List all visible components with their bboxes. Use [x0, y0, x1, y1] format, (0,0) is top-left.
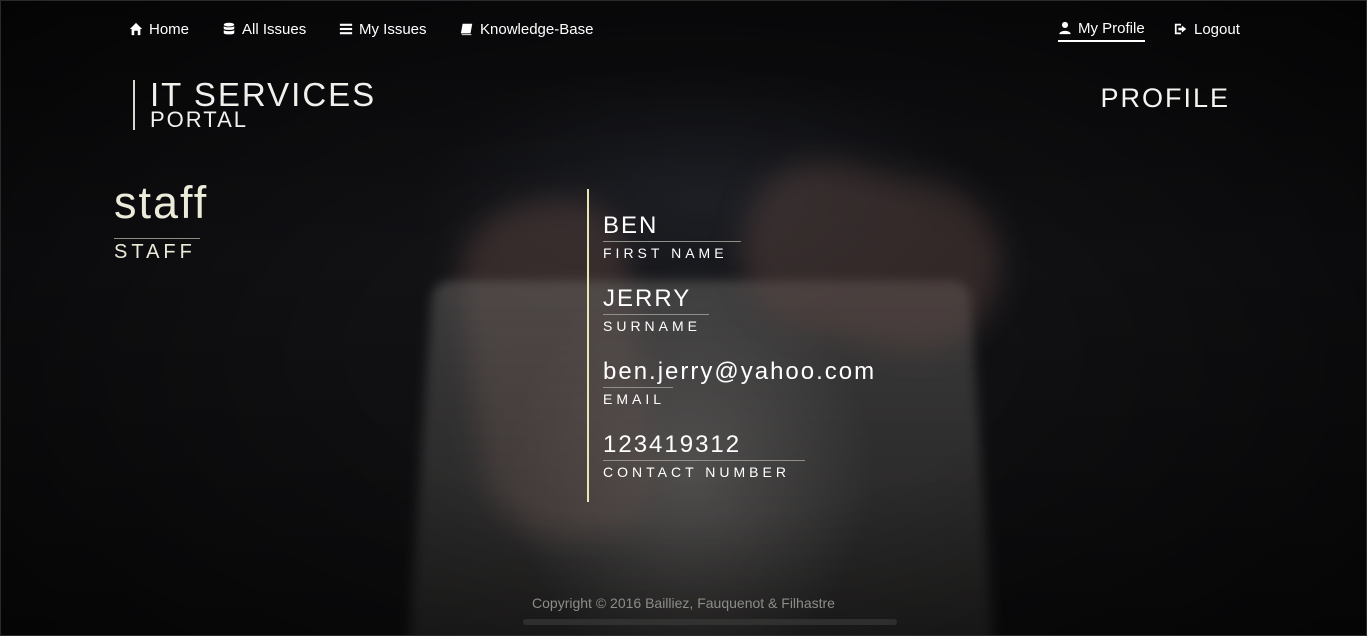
- first-name-value: BEN: [603, 212, 659, 239]
- user-icon: [1059, 21, 1071, 35]
- field-rule: [603, 314, 709, 315]
- profile-username: staff: [114, 177, 209, 228]
- home-icon: [129, 22, 143, 36]
- nav-all-issues-label: All Issues: [242, 20, 307, 38]
- nav-my-profile-link[interactable]: My Profile: [1058, 18, 1145, 42]
- vertical-divider: [587, 189, 589, 502]
- surname-value: JERRY: [603, 285, 692, 312]
- nav-logout-label: Logout: [1194, 20, 1240, 38]
- nav-all-issues-link[interactable]: All Issues: [222, 18, 306, 40]
- email-label: EMAIL: [603, 391, 666, 407]
- contact-number-field: 123419312 CONTACT NUMBER: [603, 432, 805, 481]
- contact-number-label: CONTACT NUMBER: [603, 464, 790, 480]
- profile-role: STAFF: [114, 241, 196, 263]
- top-nav: Home All Issues My Issues Knowledge-Base…: [1, 1, 1366, 53]
- footer-copyright: Copyright © 2016 Bailliez, Fauquenot & F…: [532, 595, 835, 611]
- surname-label: SURNAME: [603, 318, 702, 334]
- logout-icon: [1174, 23, 1187, 35]
- first-name-field: BEN FIRST NAME: [603, 213, 741, 262]
- contact-number-value: 123419312: [603, 431, 742, 458]
- page-title: PROFILE: [1100, 83, 1230, 113]
- page: Home All Issues My Issues Knowledge-Base…: [0, 0, 1367, 636]
- nav-home-label: Home: [149, 20, 190, 38]
- nav-knowledge-base-link[interactable]: Knowledge-Base: [460, 18, 593, 40]
- book-icon: [460, 23, 473, 36]
- surname-field: JERRY SURNAME: [603, 286, 709, 335]
- nav-logout-link[interactable]: Logout: [1174, 18, 1240, 40]
- email-field: ben.jerry@yahoo.com EMAIL: [603, 359, 878, 408]
- first-name-label: FIRST NAME: [603, 245, 728, 261]
- list-icon: [339, 23, 353, 35]
- brand-subtitle: PORTAL: [150, 107, 248, 132]
- nav-my-profile-label: My Profile: [1078, 19, 1145, 37]
- role-divider: [114, 238, 200, 239]
- email-value: ben.jerry@yahoo.com: [603, 358, 877, 385]
- nav-my-issues-label: My Issues: [359, 20, 427, 38]
- field-rule: [603, 241, 741, 242]
- horizontal-scrollbar[interactable]: [523, 619, 897, 625]
- nav-home-link[interactable]: Home: [129, 18, 189, 40]
- field-rule: [603, 387, 673, 388]
- database-icon: [223, 22, 235, 35]
- brand-logo[interactable]: IT SERVICES PORTAL: [133, 76, 377, 132]
- brand-title: IT SERVICES: [150, 76, 377, 113]
- field-rule: [603, 460, 805, 461]
- nav-knowledge-base-label: Knowledge-Base: [480, 20, 594, 38]
- nav-my-issues-link[interactable]: My Issues: [339, 18, 427, 40]
